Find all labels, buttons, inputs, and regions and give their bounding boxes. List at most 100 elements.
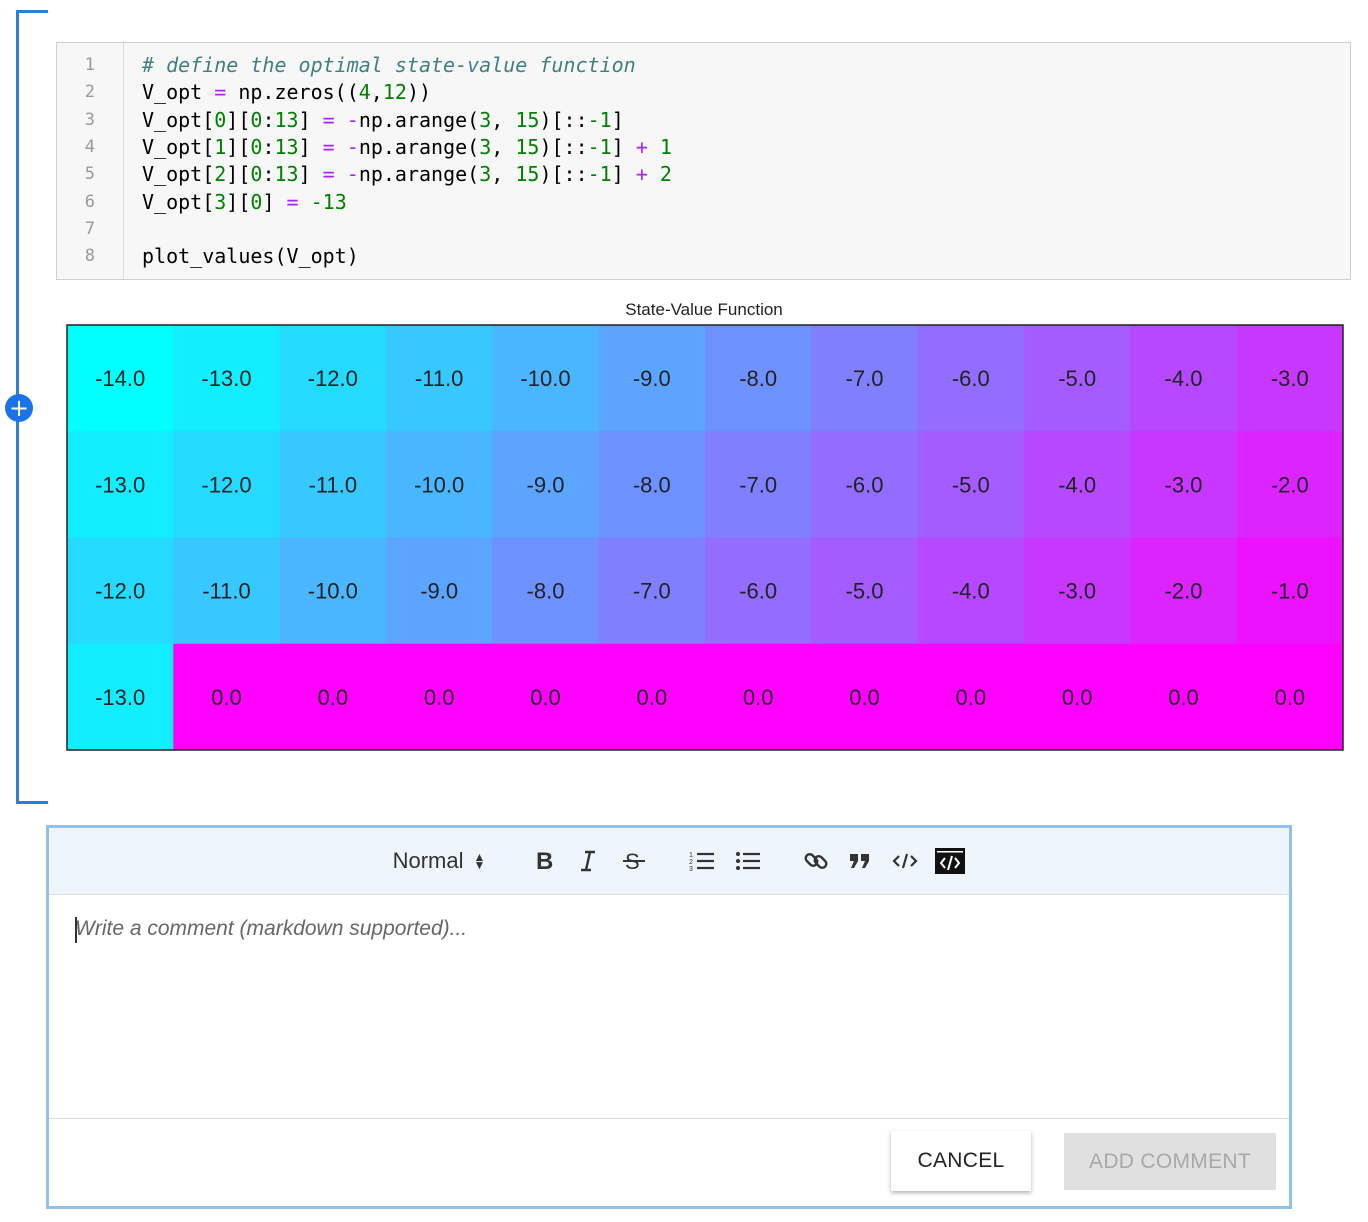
code-token: ]: [298, 162, 323, 187]
code-token: ][: [226, 107, 251, 132]
line-number: 4: [84, 136, 95, 157]
code-token: )): [406, 80, 432, 105]
line-number: 3: [84, 109, 95, 130]
code-line: V_opt = np.zeros((4,12)): [142, 79, 431, 106]
heatmap-cell-label: -13.0: [95, 472, 145, 497]
heatmap-cell-label: -2.0: [1165, 579, 1203, 604]
strikethrough-icon: S: [623, 849, 645, 873]
heatmap-cell-label: -5.0: [952, 472, 990, 497]
code-token: np.arange(: [358, 134, 480, 159]
code-token: :: [262, 107, 275, 132]
heatmap-cell-label: -12.0: [95, 579, 145, 604]
comment-input[interactable]: [75, 917, 1255, 1097]
line-number: 1: [84, 55, 95, 75]
heatmap-cell-label: -6.0: [846, 472, 884, 497]
formatting-toolbar: Normal ▲ ▼ B S 1 2 3: [49, 828, 1289, 895]
code-token: 0: [250, 189, 263, 214]
heatmap-cell-label: -9.0: [633, 366, 671, 391]
heatmap-cell-label: -4.0: [1058, 472, 1096, 497]
line-number: 8: [84, 246, 95, 267]
heatmap-cell-label: -6.0: [739, 579, 777, 604]
ordered-list-icon: 1 2 3: [689, 852, 714, 873]
heatmap-cell-label: 0.0: [211, 685, 242, 710]
code-token: 4: [358, 80, 371, 105]
code-token: ]: [611, 107, 624, 132]
code-token: 15: [515, 162, 540, 187]
heatmap-cell-label: -10.0: [308, 579, 358, 604]
code-button[interactable]: [889, 846, 921, 876]
add-cell-button[interactable]: +: [5, 394, 33, 422]
bullet-list-button[interactable]: [733, 846, 763, 876]
heatmap-cell-label: -3.0: [1165, 472, 1203, 497]
code-token: 0: [250, 134, 263, 159]
code-token: -1: [587, 107, 612, 132]
format-select[interactable]: Normal ▲ ▼: [384, 846, 494, 876]
code-token: 3: [479, 134, 492, 159]
code-token: ]: [298, 107, 323, 132]
code-token: plot_values(V_opt): [142, 244, 359, 269]
ordered-list-button[interactable]: 1 2 3: [687, 846, 717, 876]
heatmap-cell-label: 0.0: [637, 685, 668, 710]
code-token: =: [322, 134, 335, 159]
heatmap-cell-label: -13.0: [95, 685, 145, 710]
state-value-heatmap: State-Value Function -14.0 -13.0 -12.0 -11.…: [66, 300, 1344, 751]
code-token: ]: [611, 162, 636, 187]
heatmap-cell-label: -10.0: [414, 472, 464, 497]
svg-text:B: B: [536, 849, 553, 873]
link-button[interactable]: [801, 846, 831, 876]
text-cursor: [75, 917, 77, 943]
code-token: ]: [262, 189, 287, 214]
heatmap-cell-label: -5.0: [846, 579, 884, 604]
line-number: 7: [84, 218, 95, 239]
heatmap-cell-label: -2.0: [1271, 472, 1309, 497]
code-token: ,: [491, 107, 516, 132]
code-token: -1: [587, 134, 612, 159]
code-token: V_opt[: [142, 134, 215, 159]
heatmap-cell-label: -10.0: [520, 366, 570, 391]
heatmap-cell-label: -12.0: [308, 366, 358, 391]
bullet-list-icon: [736, 852, 760, 870]
code-token: ]: [298, 134, 323, 159]
cancel-button[interactable]: CANCEL: [891, 1131, 1031, 1191]
italic-button[interactable]: [573, 846, 603, 876]
code-token: ,: [370, 80, 383, 105]
svg-text:2: 2: [689, 859, 693, 866]
code-token: 0: [250, 107, 263, 132]
code-block-button[interactable]: [934, 846, 966, 876]
heatmap-output: State-Value Function -14.0 -13.0 -12.0 -11.…: [56, 292, 1356, 762]
code-token: ,: [491, 162, 516, 187]
heatmap-cell-label: -4.0: [952, 579, 990, 604]
code-token: 13: [274, 107, 299, 132]
bold-icon: B: [536, 849, 553, 873]
heatmap-cell-label: 0.0: [318, 685, 349, 710]
italic-icon: [581, 850, 595, 872]
heatmap-cell-label: 0.0: [1275, 685, 1306, 710]
code-line: plot_values(V_opt): [142, 243, 359, 270]
heatmap-cell-label: -11.0: [309, 472, 358, 497]
code-line: V_opt[2][0:13] = -np.arange(3, 15)[::-1]…: [142, 161, 672, 188]
add-comment-button[interactable]: ADD COMMENT: [1064, 1133, 1276, 1190]
code-token: 12: [382, 80, 407, 105]
code-token: np.arange(: [358, 107, 480, 132]
line-number: 6: [84, 191, 95, 212]
code-line: V_opt[3][0] = -13: [142, 189, 347, 216]
code-token: 0: [214, 107, 227, 132]
code-token: 1: [214, 134, 227, 159]
code-token: ]: [611, 134, 636, 159]
strikethrough-button[interactable]: S: [617, 846, 651, 876]
code-token: 1: [659, 134, 672, 159]
heatmap-cell-label: 0.0: [849, 685, 880, 710]
heatmap-cell-label: 0.0: [530, 685, 561, 710]
format-select-label: Normal: [392, 848, 464, 873]
code-token: V_opt[: [142, 189, 215, 214]
heatmap-cell-label: -11.0: [202, 579, 251, 604]
code-token: 2: [659, 162, 672, 187]
bold-button[interactable]: B: [529, 846, 559, 876]
code-token: ][: [226, 189, 251, 214]
code-cell[interactable]: 12345678 # define the optimal state-valu…: [56, 42, 1351, 280]
quote-button[interactable]: [845, 846, 875, 876]
code-token: np.zeros((: [226, 80, 359, 105]
